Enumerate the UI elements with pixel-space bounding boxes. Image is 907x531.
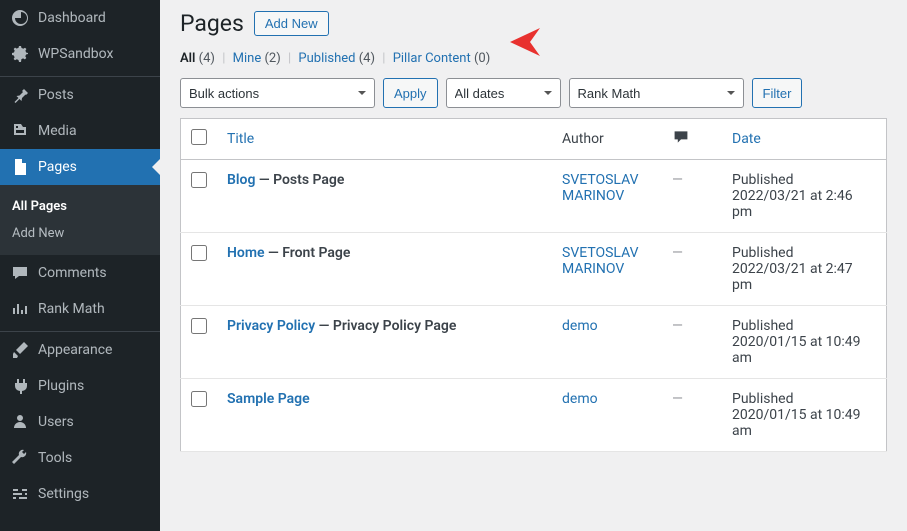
column-date-header[interactable]: Date xyxy=(732,131,761,147)
page-icon xyxy=(10,157,30,177)
pin-icon xyxy=(10,85,30,105)
sidebar-item-settings[interactable]: Settings xyxy=(0,476,160,512)
user-icon xyxy=(10,412,30,432)
comment-count: — xyxy=(672,391,683,407)
column-title-header[interactable]: Title xyxy=(227,131,254,147)
date-time: 2020/01/15 at 10:49 am xyxy=(732,407,876,439)
comment-bubble-icon xyxy=(672,129,690,145)
sidebar-item-posts[interactable]: Posts xyxy=(0,77,160,113)
row-checkbox[interactable] xyxy=(191,172,207,188)
comment-icon xyxy=(10,263,30,283)
sidebar-item-pages[interactable]: Pages xyxy=(0,149,160,185)
comment-count: — xyxy=(672,245,683,261)
sidebar-item-label: Tools xyxy=(38,450,72,466)
sidebar-item-label: Appearance xyxy=(38,342,112,358)
table-row: Privacy Policy — Privacy Policy Page demo… xyxy=(181,306,887,379)
filter-pillar-count: (0) xyxy=(474,51,490,66)
sidebar-item-label: Pages xyxy=(38,159,77,175)
sidebar-item-media[interactable]: Media xyxy=(0,113,160,149)
dashboard-icon xyxy=(10,8,30,28)
sidebar-item-tools[interactable]: Tools xyxy=(0,440,160,476)
sidebar-item-dashboard[interactable]: Dashboard xyxy=(0,0,160,36)
date-time: 2022/03/21 at 2:46 pm xyxy=(732,188,876,220)
sidebar-item-users[interactable]: Users xyxy=(0,404,160,440)
date-status: Published xyxy=(732,172,876,188)
column-comments-header[interactable] xyxy=(662,119,722,160)
plug-icon xyxy=(10,376,30,396)
sidebar-submenu: All Pages Add New xyxy=(0,185,160,255)
sidebar-item-label: Dashboard xyxy=(38,10,106,26)
page-title-link[interactable]: Privacy Policy xyxy=(227,318,315,334)
add-new-button[interactable]: Add New xyxy=(254,11,329,36)
filter-published[interactable]: Published xyxy=(298,51,355,66)
filter-all[interactable]: All xyxy=(180,51,195,66)
date-time: 2022/03/21 at 2:47 pm xyxy=(732,261,876,293)
sidebar-item-label: Media xyxy=(38,123,77,139)
comment-count: — xyxy=(672,172,683,188)
table-row: Sample Page demo — Published2020/01/15 at 1… xyxy=(181,379,887,452)
sidebar-item-wpsandbox[interactable]: WPSandbox xyxy=(0,36,160,72)
page-title-link[interactable]: Sample Page xyxy=(227,391,310,407)
row-checkbox[interactable] xyxy=(191,245,207,261)
filter-mine[interactable]: Mine xyxy=(233,51,262,66)
page-title-suffix: — Front Page xyxy=(265,245,351,261)
table-row: Blog — Posts Page SVETOSLAV MARINOV — Publi… xyxy=(181,160,887,233)
bulk-actions-select[interactable]: Bulk actions xyxy=(180,78,375,108)
author-link[interactable]: SVETOSLAV MARINOV xyxy=(562,245,639,277)
page-title: Pages xyxy=(180,10,244,37)
page-title-link[interactable]: Home xyxy=(227,245,265,261)
row-checkbox[interactable] xyxy=(191,318,207,334)
chart-icon xyxy=(10,299,30,319)
column-author-header: Author xyxy=(552,119,662,160)
date-time: 2020/01/15 at 10:49 am xyxy=(732,334,876,366)
main-content: Pages Add New All (4) | Mine (2) | Publi… xyxy=(160,0,907,531)
sidebar-item-label: Comments xyxy=(38,265,107,281)
rank-math-select[interactable]: Rank Math xyxy=(569,78,744,108)
wrench-icon xyxy=(10,448,30,468)
sidebar-item-plugins[interactable]: Plugins xyxy=(0,368,160,404)
sidebar-item-rank-math[interactable]: Rank Math xyxy=(0,291,160,327)
filter-button[interactable]: Filter xyxy=(752,78,803,108)
sidebar-sub-add-new[interactable]: Add New xyxy=(0,220,160,247)
author-link[interactable]: SVETOSLAV MARINOV xyxy=(562,172,639,204)
author-link[interactable]: demo xyxy=(562,391,598,407)
date-status: Published xyxy=(732,318,876,334)
controls-row: Bulk actions Apply All dates Rank Math F… xyxy=(180,78,887,108)
sidebar-item-label: Users xyxy=(38,414,74,430)
sidebar-item-comments[interactable]: Comments xyxy=(0,255,160,291)
date-filter-select[interactable]: All dates xyxy=(446,78,561,108)
table-row: Home — Front Page SVETOSLAV MARINOV — Publi… xyxy=(181,233,887,306)
sidebar-item-label: Plugins xyxy=(38,378,84,394)
sidebar-item-appearance[interactable]: Appearance xyxy=(0,332,160,368)
filter-all-count: (4) xyxy=(199,51,215,66)
sliders-icon xyxy=(10,484,30,504)
sidebar-item-label: Posts xyxy=(38,87,74,103)
page-title-link[interactable]: Blog xyxy=(227,172,255,188)
date-status: Published xyxy=(732,391,876,407)
sidebar-item-label: Rank Math xyxy=(38,301,105,317)
filter-mine-count: (2) xyxy=(264,51,280,66)
filter-published-count: (4) xyxy=(359,51,375,66)
sidebar-item-label: Settings xyxy=(38,486,89,502)
select-all-checkbox[interactable] xyxy=(191,129,207,145)
sidebar-item-label: WPSandbox xyxy=(38,46,113,62)
page-title-suffix: — Privacy Policy Page xyxy=(315,318,456,334)
admin-sidebar: Dashboard WPSandbox Posts Media Pages Al… xyxy=(0,0,160,531)
page-title-suffix: — Posts Page xyxy=(255,172,344,188)
apply-button[interactable]: Apply xyxy=(383,78,438,108)
gear-icon xyxy=(10,44,30,64)
arrow-annotation xyxy=(510,24,590,60)
comment-count: — xyxy=(672,318,683,334)
page-header: Pages Add New xyxy=(180,10,887,37)
media-icon xyxy=(10,121,30,141)
brush-icon xyxy=(10,340,30,360)
row-checkbox[interactable] xyxy=(191,391,207,407)
pages-table: Title Author Date Blog — Posts Page SVETO… xyxy=(180,118,887,452)
sidebar-sub-all-pages[interactable]: All Pages xyxy=(0,193,160,220)
author-link[interactable]: demo xyxy=(562,318,598,334)
filter-pillar[interactable]: Pillar Content xyxy=(393,51,471,66)
date-status: Published xyxy=(732,245,876,261)
